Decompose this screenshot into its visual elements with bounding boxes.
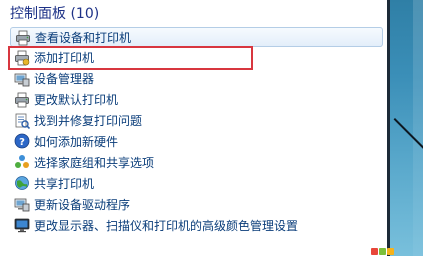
network-icon [14, 175, 30, 191]
list-item-label: 更新设备驱动程序 [34, 197, 131, 212]
desktop-background-strip [387, 0, 423, 256]
list-item-label: 更改默认打印机 [34, 93, 119, 108]
printer-icon [15, 30, 31, 46]
list-item-label: 设备管理器 [34, 72, 95, 87]
printer-icon [14, 92, 30, 108]
list-item-label: 查看设备和打印机 [35, 30, 132, 45]
list-item-share-printer[interactable]: 共享打印机 [10, 173, 385, 193]
list-item-label: 共享打印机 [34, 176, 95, 191]
list-item-change-default-printer[interactable]: 更改默认打印机 [10, 90, 385, 110]
monitor-icon [14, 217, 30, 233]
svg-text:?: ? [19, 137, 25, 148]
windows-logo-icon [371, 244, 401, 256]
list-item-color-management[interactable]: 更改显示器、扫描仪和打印机的高级颜色管理设置 [10, 215, 385, 235]
results-list: 查看设备和打印机 添加打印机 设备管理器 更改默认打印机 找到并修复打印问题 ?… [8, 27, 385, 236]
device-manager-icon [14, 71, 30, 87]
control-panel-results: 控制面板 (10) 查看设备和打印机 添加打印机 设备管理器 更改默认打印机 找… [0, 0, 387, 256]
list-item-add-printer[interactable]: 添加打印机 [8, 45, 253, 70]
troubleshoot-icon [14, 113, 31, 129]
printer-add-icon [14, 50, 30, 66]
list-item-homegroup-sharing[interactable]: 选择家庭组和共享选项 [10, 152, 385, 172]
list-item-device-manager[interactable]: 设备管理器 [10, 69, 385, 89]
list-item-label: 找到并修复打印问题 [34, 114, 143, 129]
list-item-add-new-hardware[interactable]: ? 如何添加新硬件 [10, 131, 385, 151]
list-item-update-drivers[interactable]: 更新设备驱动程序 [10, 194, 385, 214]
list-item-view-devices-printers[interactable]: 查看设备和打印机 [10, 27, 383, 47]
list-item-label: 如何添加新硬件 [34, 134, 119, 149]
device-manager-icon [14, 196, 30, 212]
results-header: 控制面板 (10) [10, 6, 100, 22]
homegroup-icon [14, 154, 30, 170]
list-item-label: 添加打印机 [34, 51, 95, 66]
list-item-troubleshoot-printing[interactable]: 找到并修复打印问题 [10, 111, 385, 131]
list-item-label: 选择家庭组和共享选项 [34, 155, 155, 170]
list-item-label: 更改显示器、扫描仪和打印机的高级颜色管理设置 [34, 218, 299, 233]
help-icon: ? [14, 133, 30, 149]
